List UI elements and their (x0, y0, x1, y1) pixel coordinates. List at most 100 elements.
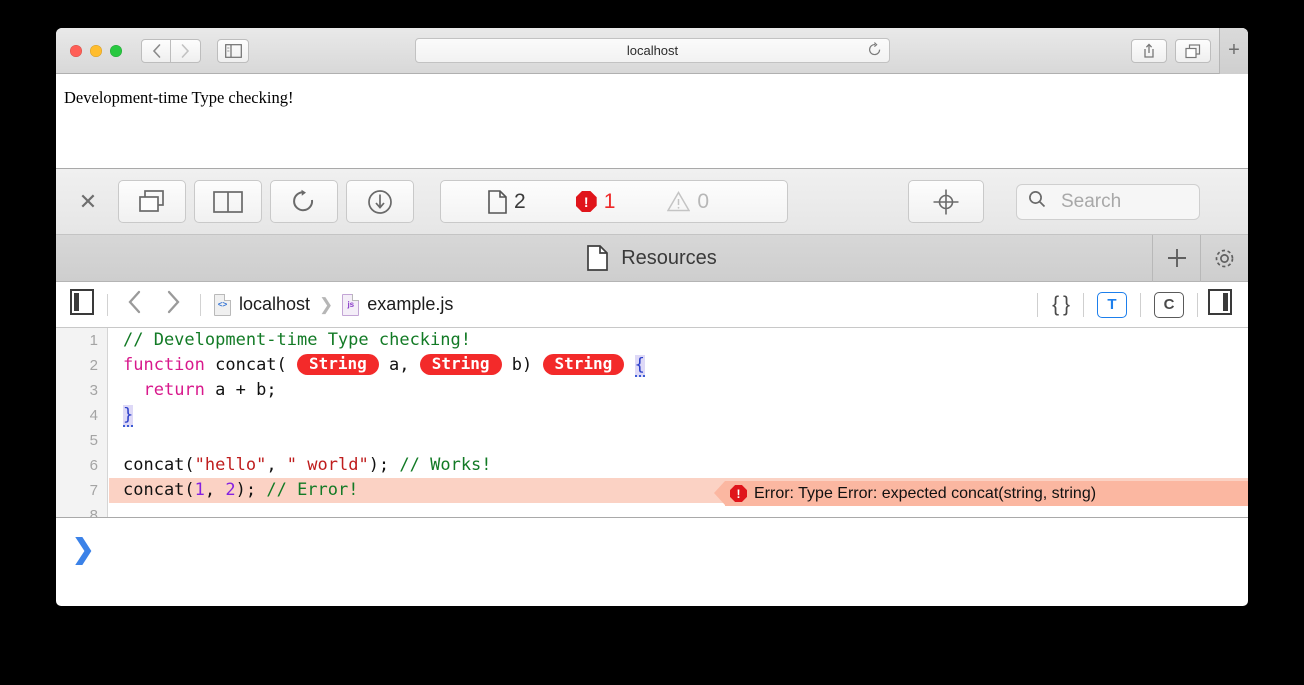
code-token-plain: ); (368, 455, 400, 475)
divider (1197, 292, 1198, 317)
sidebar-toggle-icon (224, 43, 242, 58)
line-number: 8 (89, 507, 98, 518)
error-octagon-icon: ! (575, 191, 597, 212)
reload-page-button[interactable] (270, 180, 338, 223)
code-token-plain: b) (501, 355, 543, 375)
code-token-str: "hello" (194, 455, 267, 475)
code-token-plain: concat( (204, 355, 298, 375)
page-viewport: Development-time Type checking! (56, 74, 1248, 169)
tab-resources-label: Resources (621, 246, 717, 269)
breadcrumb-item-example-js[interactable]: js example.js (342, 293, 454, 316)
minimize-window-button[interactable] (90, 44, 102, 57)
code-token-brace: } (123, 405, 134, 427)
console-prompt-icon: ❯ (72, 534, 95, 564)
error-octagon-icon: ! (730, 485, 747, 502)
page-heading: Development-time Type checking! (64, 88, 294, 107)
close-inspector-button[interactable]: ✕ (66, 190, 110, 213)
share-button[interactable] (1131, 39, 1167, 63)
source-code-editor[interactable]: 1 2 3 4 5 6 7 8 // Development-time Type… (56, 328, 1248, 518)
show-types-button[interactable]: T (1097, 291, 1127, 318)
divider (1037, 292, 1039, 317)
code-token-brace: { (634, 355, 645, 377)
show-all-tabs-button[interactable] (1175, 39, 1211, 63)
breadcrumb-back-button[interactable] (121, 290, 148, 319)
line-number-gutter: 1 2 3 4 5 6 7 8 (56, 328, 108, 517)
errors-count-value: 1 (603, 189, 616, 213)
search-input[interactable]: Search (1016, 183, 1200, 220)
resources-count[interactable]: 2 (488, 190, 526, 214)
errors-count[interactable]: ! 1 (575, 189, 616, 214)
warnings-count-value: 0 (697, 189, 710, 213)
forward-button[interactable] (171, 38, 201, 63)
code-token-plain: concat( (123, 455, 195, 475)
reload-button[interactable] (868, 42, 882, 63)
code-token-pill: String (297, 354, 379, 375)
code-line[interactable]: } (109, 403, 1248, 428)
close-window-button[interactable] (70, 44, 82, 57)
tab-resources[interactable]: Resources (56, 245, 1248, 271)
code-token-cmt: // Works! (399, 455, 492, 475)
maximize-window-button[interactable] (110, 44, 122, 57)
chevron-right-icon (167, 290, 180, 314)
settings-button[interactable] (1200, 234, 1248, 282)
code-line[interactable]: // Development-time Type checking! (109, 328, 1248, 353)
warning-triangle-icon (667, 191, 691, 212)
gear-icon (1215, 249, 1234, 267)
code-token-plain: a + b; (204, 380, 277, 400)
inspector-toolbar: ✕ 2 ! 1 0 Search (56, 169, 1248, 235)
code-token-pill: String (419, 354, 502, 375)
breadcrumb-forward-button[interactable] (160, 290, 187, 319)
inline-error-annotation[interactable]: ! Error: Type Error: expected concat(str… (714, 481, 1248, 506)
inspect-element-button[interactable] (908, 180, 984, 223)
window-controls (70, 44, 122, 57)
code-token-kw: return (143, 380, 205, 400)
breadcrumb-bar: <> localhost ❯ js example.js { } T C (56, 282, 1248, 328)
code-token-plain: concat( (123, 480, 195, 500)
status-counters: 2 ! 1 0 (440, 180, 788, 223)
line-number: 5 (89, 432, 98, 449)
line-number: 6 (89, 457, 98, 474)
back-button[interactable] (141, 38, 171, 63)
add-tab-button[interactable] (1152, 234, 1200, 282)
show-sidebar-button[interactable] (217, 38, 249, 63)
code-line[interactable]: return a + b; (109, 378, 1248, 403)
warnings-count[interactable]: 0 (667, 190, 709, 214)
address-bar[interactable]: localhost (415, 38, 890, 63)
code-token-kw: function (123, 355, 205, 375)
download-button[interactable] (346, 180, 414, 223)
code-line[interactable]: concat("hello", " world"); // Works! (109, 453, 1248, 478)
details-sidebar-button[interactable] (1208, 289, 1232, 320)
document-icon (488, 189, 507, 214)
code-token-num2: 1 (194, 480, 205, 500)
code-line[interactable]: function concat( String a, String b) Str… (109, 353, 1248, 378)
resources-count-value: 2 (514, 189, 526, 213)
chevron-left-icon (128, 290, 141, 314)
sidebar-panel-right-icon (1208, 289, 1232, 315)
new-tab-button[interactable]: + (1219, 28, 1248, 74)
breadcrumb-item-example-js-label: example.js (367, 294, 454, 314)
show-coverage-button[interactable]: C (1154, 291, 1184, 318)
chrome-right-controls: + (1131, 28, 1248, 74)
divider (107, 293, 108, 316)
plus-icon (1167, 249, 1186, 267)
breadcrumb-item-localhost[interactable]: <> localhost (214, 293, 311, 316)
layout-split-button[interactable] (194, 180, 262, 223)
html-document-icon: <> (214, 293, 231, 316)
console-prompt-area[interactable]: ❯ (56, 518, 1248, 581)
safari-window: localhost + Development-time Type checki… (56, 28, 1248, 606)
code-token-str: " world" (286, 455, 369, 475)
pretty-print-button[interactable]: { } (1044, 293, 1077, 317)
dock-to-window-button[interactable] (118, 180, 186, 223)
download-circle-icon (368, 189, 392, 214)
divider (1140, 292, 1141, 317)
document-icon (587, 245, 609, 271)
dock-window-icon (139, 189, 164, 212)
code-token-num2: 2 (225, 480, 236, 500)
code-line[interactable] (109, 428, 1248, 453)
toggle-navigation-sidebar-button[interactable] (70, 289, 94, 320)
line-number: 1 (89, 332, 98, 349)
search-placeholder: Search (1061, 190, 1122, 212)
split-panes-icon (213, 190, 243, 213)
breadcrumb-item-localhost-label: localhost (239, 294, 311, 314)
